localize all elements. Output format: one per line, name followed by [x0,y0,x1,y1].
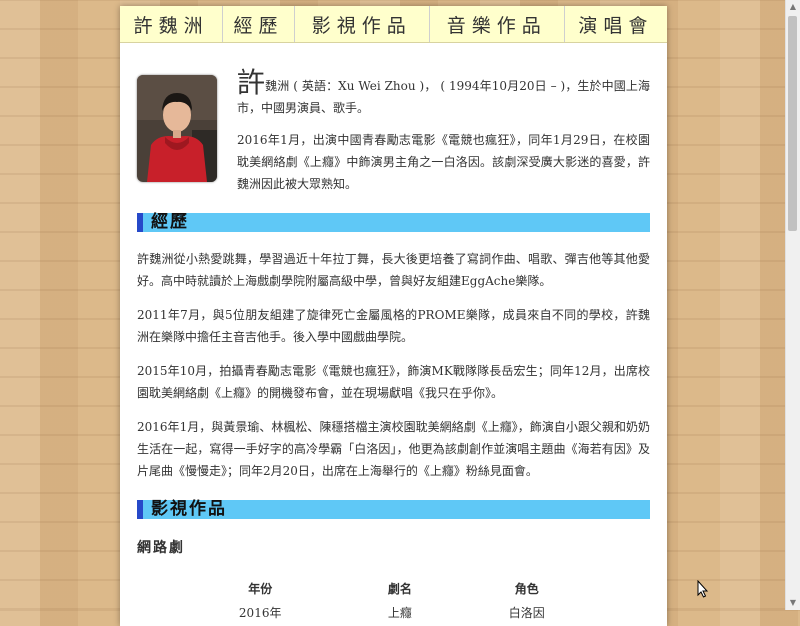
vertical-scrollbar[interactable]: ▲ ▼ [785,0,800,610]
web-series-heading: 網路劇 [137,540,185,556]
table-header-row: 年份 劇名 角色 [172,577,602,601]
column-header-year: 年份 [248,582,273,596]
portrait-image [137,75,217,182]
nav-item-music[interactable]: 音樂作品 [430,6,565,42]
column-header-role: 角色 [514,582,539,596]
intro-section: 許魏洲 ( 英語：Xu Wei Zhou )， ( 1994年10月20日 – … [137,69,650,195]
top-nav: 許魏洲 經歷 影視作品 音樂作品 演唱會 [120,6,667,43]
section-header-works: 影視作品 [137,500,650,519]
cell-role: 白洛因 [508,606,545,620]
nav-item-name[interactable]: 許魏洲 [120,6,224,42]
cell-title: 上癮 [387,606,412,620]
experience-paragraph: 2011年7月，與5位朋友組建了旋律死亡金屬風格的PROME樂隊，成員來自不同的… [137,308,650,344]
cell-year: 2016年 [238,606,282,620]
nav-item-experience[interactable]: 經歷 [223,6,295,42]
table-row: 2016年 上癮 白洛因 [172,601,602,625]
avatar [137,75,217,182]
scroll-down-icon[interactable]: ▼ [786,596,800,610]
article-content: 許魏洲 ( 英語：Xu Wei Zhou )， ( 1994年10月20日 – … [120,69,667,625]
nav-item-works[interactable]: 影視作品 [295,6,430,42]
experience-paragraph: 2016年1月，與黃景瑜、林楓松、陳穩搭檔主演校園耽美網絡劇《上癮》，飾演自小跟… [137,420,650,478]
nav-item-concerts[interactable]: 演唱會 [565,6,667,42]
scroll-up-icon[interactable]: ▲ [786,0,800,14]
works-table: 年份 劇名 角色 2016年 上癮 白洛因 [172,577,602,625]
section-header-experience: 經歷 [137,213,650,232]
main-page: 許魏洲 經歷 影視作品 音樂作品 演唱會 許魏洲 ( 英語：Xu Wei Zho… [120,6,667,626]
experience-paragraph: 許魏洲從小熱愛跳舞，學習過近十年拉丁舞，長大後更培養了寫詞作曲、唱歌、彈吉他等其… [137,252,650,288]
lead-character: 許 [237,66,266,99]
scrollbar-thumb[interactable] [788,16,797,231]
mouse-cursor-icon [697,580,709,598]
intro-paragraph-1: 魏洲 ( 英語：Xu Wei Zhou )， ( 1994年10月20日 – )… [237,79,650,115]
column-header-title: 劇名 [387,582,412,596]
experience-paragraph: 2015年10月，拍攝青春勵志電影《電競也瘋狂》，飾演MK戰隊隊長岳宏生；同年1… [137,364,650,400]
